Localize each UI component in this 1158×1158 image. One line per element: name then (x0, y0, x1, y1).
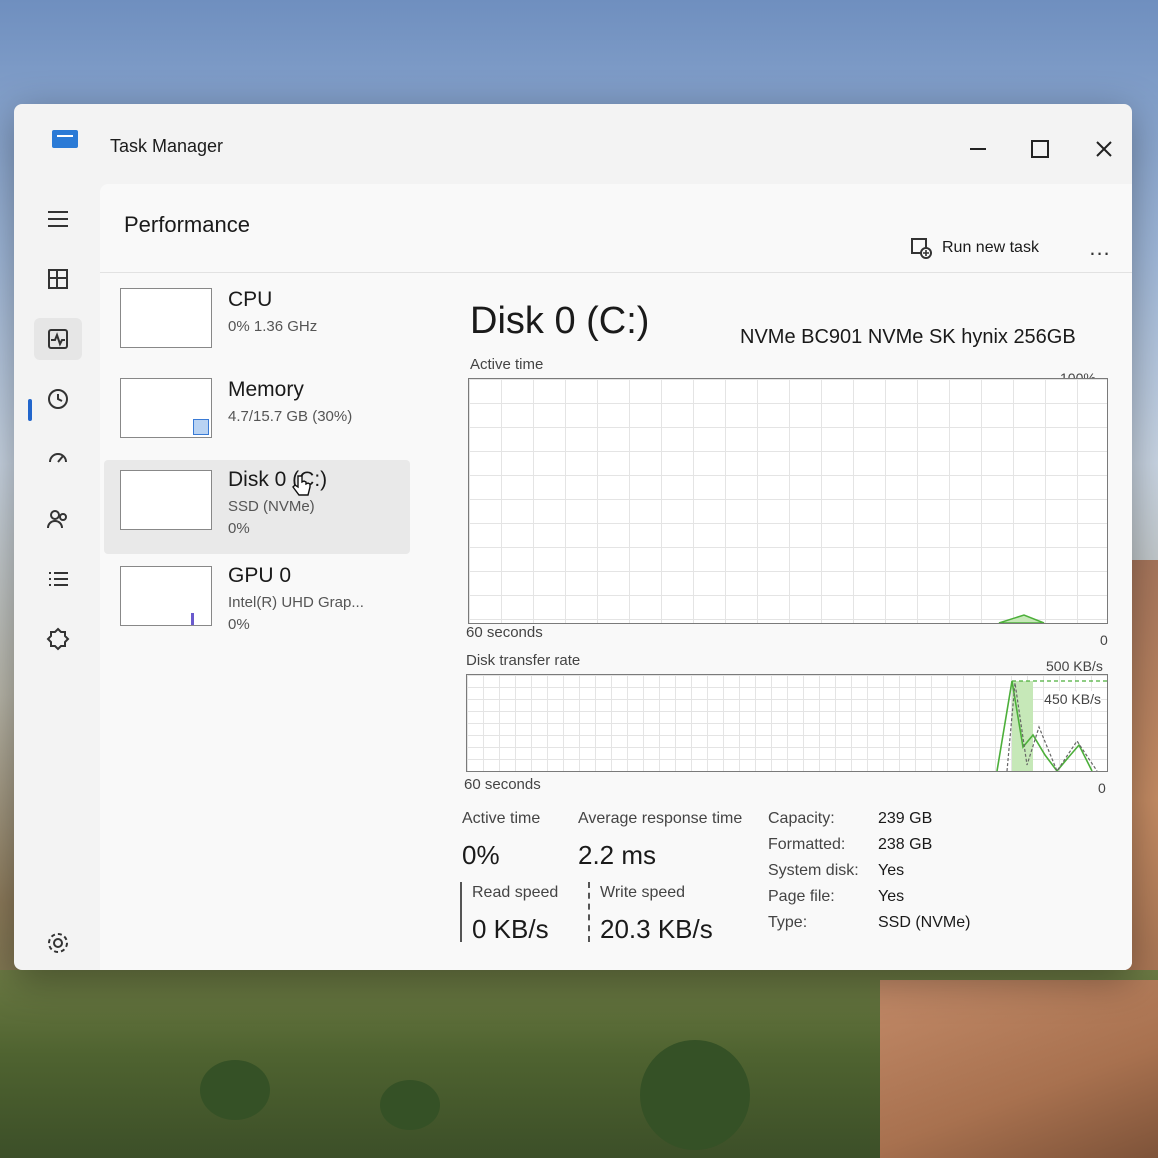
performance-content: Performance Run new task ... CPU 0% 1.36… (100, 184, 1132, 970)
nav-processes[interactable] (34, 258, 82, 300)
desktop-wallpaper-tree (200, 1060, 270, 1120)
property-key: Page file: (768, 888, 835, 905)
services-icon (46, 627, 70, 651)
nav-users[interactable] (34, 498, 82, 540)
cpu-thumbnail-graph (120, 288, 212, 348)
transfer-rate-graph-min: 0 (1098, 780, 1106, 796)
transfer-rate-graph-mid: 450 KB/s (1044, 691, 1101, 707)
device-item-gpu-0[interactable]: GPU 0 Intel(R) UHD Grap... 0% (104, 556, 410, 650)
hand-cursor-icon (292, 475, 311, 496)
nav-services[interactable] (34, 618, 82, 660)
device-name: GPU 0 (228, 564, 292, 587)
avg-response-value: 2.2 ms (578, 840, 657, 870)
details-icon (49, 572, 68, 586)
nav-performance[interactable] (34, 318, 82, 360)
property-value: Yes (878, 888, 905, 905)
settings-icon (48, 933, 68, 953)
write-speed-value: 20.3 KB/s (600, 914, 713, 944)
processes-icon (48, 269, 68, 289)
page-header: Performance Run new task ... (100, 184, 1132, 273)
read-speed-legend-bar (460, 882, 462, 942)
close-icon (1096, 141, 1112, 157)
active-time-graph (468, 378, 1108, 624)
transfer-rate-graph-label: Disk transfer rate (466, 652, 581, 669)
active-time-graph-line (998, 614, 1045, 623)
property-key: Formatted: (768, 836, 846, 853)
write-speed-legend-bar (588, 882, 590, 942)
active-time-graph-label: Active time (470, 356, 544, 373)
active-time-stat-value: 0% (462, 840, 500, 870)
desktop-wallpaper-tree (380, 1080, 440, 1130)
property-value: 239 GB (878, 810, 933, 827)
device-item-cpu[interactable]: CPU 0% 1.36 GHz (104, 280, 410, 374)
nav-app-history[interactable] (34, 378, 82, 420)
window-title: Task Manager (110, 136, 224, 156)
desktop-wallpaper-rock (880, 980, 1158, 1158)
device-usage: 0% (228, 520, 250, 537)
nav-settings[interactable] (34, 922, 82, 964)
read-speed-value: 0 KB/s (472, 914, 549, 944)
performance-icon (48, 329, 68, 349)
active-time-graph-time: 60 seconds (466, 624, 543, 641)
navigation-sidebar (14, 182, 100, 970)
maximize-button[interactable] (1020, 134, 1060, 164)
transfer-rate-graph-line (996, 680, 1107, 771)
page-title: Performance (124, 212, 250, 237)
device-summary: 4.7/15.7 GB (30%) (228, 408, 353, 425)
minimize-button[interactable] (958, 134, 998, 164)
run-task-icon (911, 238, 932, 259)
desktop-wallpaper-tree (640, 1040, 750, 1150)
disk-detail-title: Disk 0 (C:) (470, 300, 650, 342)
disk-model-name: NVMe BC901 NVMe SK hynix 256GB (740, 326, 1076, 348)
device-usage: 0% (228, 616, 250, 633)
property-key: Type: (768, 914, 808, 931)
active-nav-indicator (28, 399, 32, 421)
active-time-graph-min: 0 (1100, 632, 1108, 648)
property-value: Yes (878, 862, 905, 879)
startup-apps-icon (49, 453, 67, 463)
device-item-disk-0[interactable]: Disk 0 (C:) SSD (NVMe) 0% (104, 460, 410, 554)
property-value: 238 GB (878, 836, 933, 853)
disk-thumbnail-graph (120, 470, 212, 530)
read-speed-label: Read speed (472, 884, 559, 901)
title-bar[interactable]: Task Manager (14, 104, 1132, 182)
write-speed-label: Write speed (600, 884, 686, 901)
transfer-rate-graph-max: 500 KB/s (1046, 658, 1103, 674)
nav-details[interactable] (34, 558, 82, 600)
property-value: SSD (NVMe) (878, 914, 971, 931)
avg-response-label: Average response time (578, 810, 743, 827)
app-history-icon (48, 389, 68, 409)
close-button[interactable] (1084, 134, 1124, 164)
hamburger-menu-button[interactable] (34, 198, 82, 240)
device-summary: SSD (NVMe) (228, 498, 315, 515)
nav-startup-apps[interactable] (34, 438, 82, 480)
users-icon (47, 510, 67, 529)
gpu-thumbnail-graph (120, 566, 212, 626)
device-name: CPU (228, 288, 273, 311)
task-manager-app-icon (52, 130, 78, 148)
run-new-task-button[interactable]: Run new task (910, 234, 1039, 262)
device-name: Memory (228, 378, 304, 401)
device-item-memory[interactable]: Memory 4.7/15.7 GB (30%) (104, 370, 410, 464)
memory-thumbnail-graph (120, 378, 212, 438)
device-summary: 0% 1.36 GHz (228, 318, 318, 335)
property-key: Capacity: (768, 810, 835, 827)
device-summary: Intel(R) UHD Grap... (228, 594, 364, 611)
property-key: System disk: (768, 862, 859, 879)
menu-icon (48, 211, 68, 227)
device-name: Disk 0 (C:) (228, 468, 328, 491)
task-manager-window: Task Manager Performance Run new task ..… (14, 104, 1132, 970)
transfer-rate-graph-time: 60 seconds (464, 776, 541, 793)
active-time-stat-label: Active time (462, 810, 541, 827)
transfer-rate-graph: 450 KB/s (466, 674, 1108, 772)
more-options-button[interactable]: ... (1082, 234, 1118, 262)
run-new-task-label: Run new task (942, 239, 1039, 256)
